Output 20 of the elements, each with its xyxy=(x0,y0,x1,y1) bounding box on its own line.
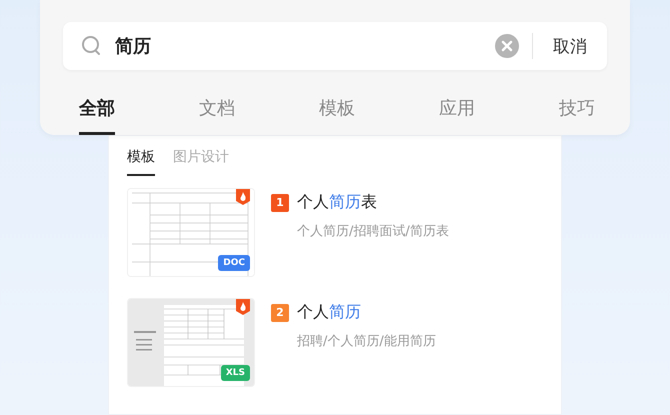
result-title[interactable]: 个人简历 xyxy=(297,302,361,323)
search-icon xyxy=(81,35,103,57)
category-tab[interactable]: 应用 xyxy=(439,84,475,135)
rank-badge: 2 xyxy=(271,304,289,322)
content-tab[interactable]: 模板 xyxy=(127,146,155,176)
template-preview[interactable]: XLS xyxy=(127,298,255,387)
category-tab[interactable]: 模板 xyxy=(319,84,355,135)
file-type-badge: XLS xyxy=(220,365,250,381)
rank-badge: 1 xyxy=(271,194,289,212)
result-tags: 招聘/个人简历/能用简历 xyxy=(297,332,436,350)
file-type-badge: DOC xyxy=(218,255,250,271)
clear-icon[interactable] xyxy=(495,34,519,58)
search-field[interactable]: 简历 取消 xyxy=(63,22,607,70)
content-tab[interactable]: 图片设计 xyxy=(173,146,229,176)
template-preview[interactable]: DOC xyxy=(127,188,255,277)
result-tags: 个人简历/招聘面试/简历表 xyxy=(297,222,449,240)
category-tab[interactable]: 文档 xyxy=(199,84,235,135)
cancel-button[interactable]: 取消 xyxy=(547,30,593,62)
category-tab[interactable]: 技巧 xyxy=(559,84,595,135)
result-title[interactable]: 个人简历表 xyxy=(297,192,377,213)
